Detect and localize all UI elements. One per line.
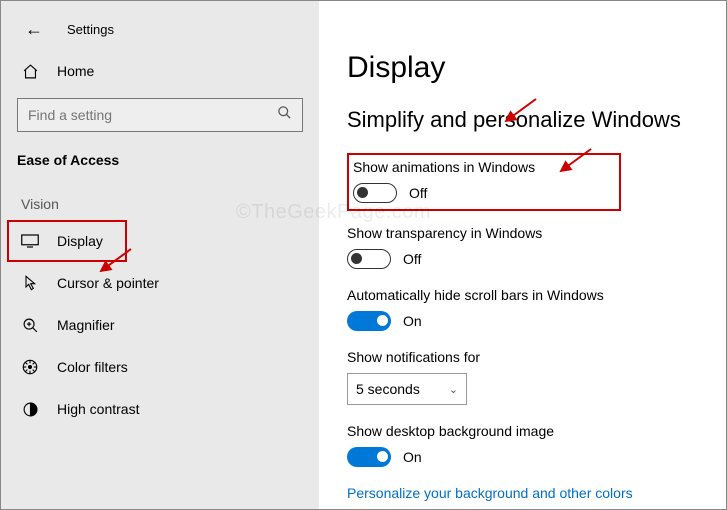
page-heading: Display — [347, 51, 726, 85]
search-input[interactable] — [28, 107, 248, 123]
setting-scrollbars: Automatically hide scroll bars in Window… — [347, 287, 726, 331]
toggle-animations[interactable] — [353, 183, 397, 203]
notifications-dropdown[interactable]: 5 seconds ⌄ — [347, 373, 467, 405]
section-heading: Vision — [1, 186, 319, 220]
home-link[interactable]: Home — [1, 52, 319, 90]
setting-label: Show desktop background image — [347, 423, 726, 439]
colorfilters-icon — [21, 358, 39, 376]
sidebar-item-label: Display — [57, 233, 103, 249]
sidebar-item-label: High contrast — [57, 401, 139, 417]
setting-label: Automatically hide scroll bars in Window… — [347, 287, 726, 303]
setting-label: Show animations in Windows — [353, 159, 535, 175]
setting-label: Show transparency in Windows — [347, 225, 726, 241]
sidebar-item-display[interactable]: Display — [7, 220, 127, 262]
sidebar: ← Settings Home Ease of Access Vision Di… — [1, 1, 319, 509]
toggle-scrollbars[interactable] — [347, 311, 391, 331]
display-icon — [21, 232, 39, 250]
sidebar-item-highcontrast[interactable]: High contrast — [1, 388, 319, 430]
setting-notifications: Show notifications for 5 seconds ⌄ — [347, 349, 726, 405]
search-icon — [277, 105, 292, 125]
toggle-state: On — [403, 449, 422, 465]
toggle-state: Off — [403, 251, 421, 267]
setting-label: Show notifications for — [347, 349, 726, 365]
dropdown-value: 5 seconds — [356, 381, 420, 397]
main-content: Display Simplify and personalize Windows… — [319, 1, 726, 509]
sidebar-item-label: Cursor & pointer — [57, 275, 159, 291]
personalize-link[interactable]: Personalize your background and other co… — [347, 485, 726, 501]
home-label: Home — [57, 63, 94, 79]
sidebar-item-magnifier[interactable]: Magnifier — [1, 304, 319, 346]
search-box[interactable] — [17, 98, 303, 132]
setting-transparency: Show transparency in Windows Off — [347, 225, 726, 269]
setting-background: Show desktop background image On — [347, 423, 726, 467]
home-icon — [21, 62, 39, 80]
sidebar-item-label: Color filters — [57, 359, 128, 375]
toggle-background[interactable] — [347, 447, 391, 467]
magnifier-icon — [21, 316, 39, 334]
chevron-down-icon: ⌄ — [449, 383, 458, 396]
page-subheading: Simplify and personalize Windows — [347, 107, 726, 133]
sidebar-item-label: Magnifier — [57, 317, 115, 333]
sidebar-item-colorfilters[interactable]: Color filters — [1, 346, 319, 388]
toggle-state: Off — [409, 185, 427, 201]
cursor-icon — [21, 274, 39, 292]
category-heading: Ease of Access — [1, 146, 319, 186]
back-button[interactable]: ← — [25, 19, 43, 40]
window-title: Settings — [67, 22, 114, 37]
highcontrast-icon — [21, 400, 39, 418]
toggle-transparency[interactable] — [347, 249, 391, 269]
setting-animations: Show animations in Windows Off — [347, 153, 621, 211]
sidebar-item-cursor[interactable]: Cursor & pointer — [1, 262, 319, 304]
toggle-state: On — [403, 313, 422, 329]
